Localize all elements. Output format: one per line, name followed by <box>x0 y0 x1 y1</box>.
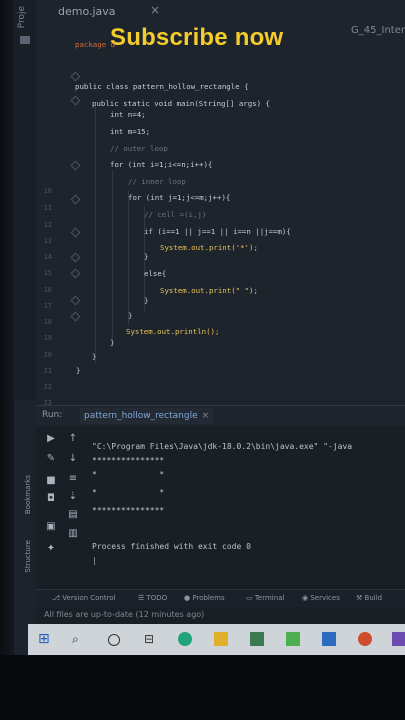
arrow-up-icon[interactable]: ↑ <box>68 434 78 444</box>
code-line-println: System.out.println(); <box>126 327 220 336</box>
ide-window: Proje demo.java × G_45_Inter Subscribe n… <box>0 0 405 655</box>
code-line-if: if (i==1 || j==1 || i==n ||j==m){ <box>144 227 291 236</box>
fold-icon[interactable] <box>70 194 81 205</box>
code-line-else: else{ <box>144 269 167 278</box>
code-line-comment-cell: // cell =(i,j) <box>144 210 207 219</box>
camera-icon[interactable]: ◘ <box>46 494 56 504</box>
trash-icon[interactable]: ▥ <box>68 529 78 539</box>
console-output-line: *************** <box>92 506 165 515</box>
chrome-icon[interactable] <box>358 632 372 646</box>
version-control-button[interactable]: ⎇ Version Control <box>52 594 116 602</box>
code-line-for-i: for (int i=1;i<=n;i++){ <box>110 160 213 169</box>
indent-guide <box>128 190 129 325</box>
console-command: "C:\Program Files\Java\jdk-18.0.2\bin\ja… <box>92 442 353 451</box>
hammer-icon: ⚒ <box>356 594 365 602</box>
fold-icon[interactable] <box>70 311 81 322</box>
print-icon[interactable]: ▤ <box>68 510 78 520</box>
code-line-comment-inner: // inner loop <box>128 177 186 186</box>
run-panel[interactable]: Run: pattern_hollow_rectangle × ▶ ↑ ✎ ↓ ■… <box>36 405 405 589</box>
fold-icon[interactable] <box>70 295 81 306</box>
stop-icon[interactable]: ■ <box>46 476 56 486</box>
scroll-end-icon[interactable]: ⇣ <box>68 492 78 502</box>
code-line-brace: } <box>92 352 97 361</box>
run-header: Run: pattern_hollow_rectangle × <box>36 406 405 426</box>
run-tab[interactable]: pattern_hollow_rectangle × <box>80 408 214 424</box>
fold-icon[interactable] <box>70 252 81 263</box>
soft-wrap-icon[interactable]: ≡ <box>68 474 78 484</box>
code-line-class: public class pattern_hollow_rectangle { <box>75 82 249 91</box>
intellij-icon[interactable] <box>322 632 336 646</box>
arrow-down-icon[interactable]: ↓ <box>68 454 78 464</box>
branch-icon: ⎇ <box>52 594 63 602</box>
code-line-print-star: System.out.print('*'); <box>160 243 258 252</box>
indent-guide <box>112 170 113 347</box>
store-icon[interactable] <box>250 632 264 646</box>
build-button[interactable]: ⚒ Build <box>356 594 382 602</box>
close-icon[interactable]: × <box>202 411 210 421</box>
run-label: Run: <box>42 410 63 420</box>
code-line-brace: } <box>144 252 149 261</box>
search-icon[interactable]: ⌕ <box>72 632 86 646</box>
fold-icon[interactable] <box>70 268 81 279</box>
windows-taskbar: ⊞ ⌕ ⊟ <box>28 624 405 655</box>
code-line-main: public static void main(String[] args) { <box>92 99 270 108</box>
fold-icon[interactable] <box>70 227 81 238</box>
widgets-icon[interactable]: ⊟ <box>144 632 158 646</box>
app-icon[interactable] <box>392 632 405 646</box>
rerun-icon[interactable]: ▶ <box>46 434 56 444</box>
code-line-int-m: int m=15; <box>110 127 151 136</box>
fold-icon[interactable] <box>70 71 81 82</box>
file-explorer-icon[interactable] <box>214 632 228 646</box>
structure-side-tab[interactable]: Structure <box>24 540 32 573</box>
problems-button[interactable]: ● Problems <box>184 594 225 602</box>
edge-icon[interactable] <box>178 632 192 646</box>
wrench-icon[interactable]: ✎ <box>46 454 56 464</box>
console-output-line: * * <box>92 470 165 479</box>
tool-window-bar: ⎇ Version Control ☰ TODO ● Problems ▭ Te… <box>36 589 405 608</box>
code-line-brace: } <box>110 338 115 347</box>
run-tab-label: pattern_hollow_rectangle <box>84 411 198 421</box>
code-line-brace: } <box>76 366 81 375</box>
code-area[interactable]: package d public class pattern_hollow_re… <box>0 0 405 400</box>
windows-start-icon[interactable]: ⊞ <box>38 632 52 646</box>
code-line-for-j: for (int j=1;j<=m;j++){ <box>128 193 231 202</box>
fold-icon[interactable] <box>70 95 81 106</box>
list-icon: ☰ <box>138 594 147 602</box>
code-line-package: package d <box>75 40 116 49</box>
pin-icon[interactable]: ✦ <box>46 544 56 554</box>
services-button[interactable]: ◉ Services <box>302 594 340 602</box>
layout-icon[interactable]: ▣ <box>46 522 56 532</box>
console-output-line: *************** <box>92 456 165 465</box>
status-text: All files are up-to-date (12 minutes ago… <box>44 610 205 619</box>
code-line-print-space: System.out.print(" "); <box>160 286 258 295</box>
terminal-icon: ▭ <box>246 594 255 602</box>
indent-guide <box>95 106 96 364</box>
code-line-comment-outer: // outer loop <box>110 144 168 153</box>
bookmarks-side-tab[interactable]: Bookmarks <box>24 475 32 514</box>
app-icon[interactable] <box>286 632 300 646</box>
terminal-button[interactable]: ▭ Terminal <box>246 594 284 602</box>
task-view-icon[interactable] <box>108 634 120 646</box>
code-line-brace: } <box>128 311 133 320</box>
code-line-brace: } <box>144 296 149 305</box>
fold-icon[interactable] <box>70 160 81 171</box>
code-line-int-n: int n=4; <box>110 110 146 119</box>
console-caret[interactable]: | <box>92 556 97 565</box>
console-finish-line: Process finished with exit code 0 <box>92 542 251 551</box>
console-output-line: * * <box>92 488 165 497</box>
status-bar: All files are up-to-date (12 minutes ago… <box>36 607 405 624</box>
todo-button[interactable]: ☰ TODO <box>138 594 167 602</box>
